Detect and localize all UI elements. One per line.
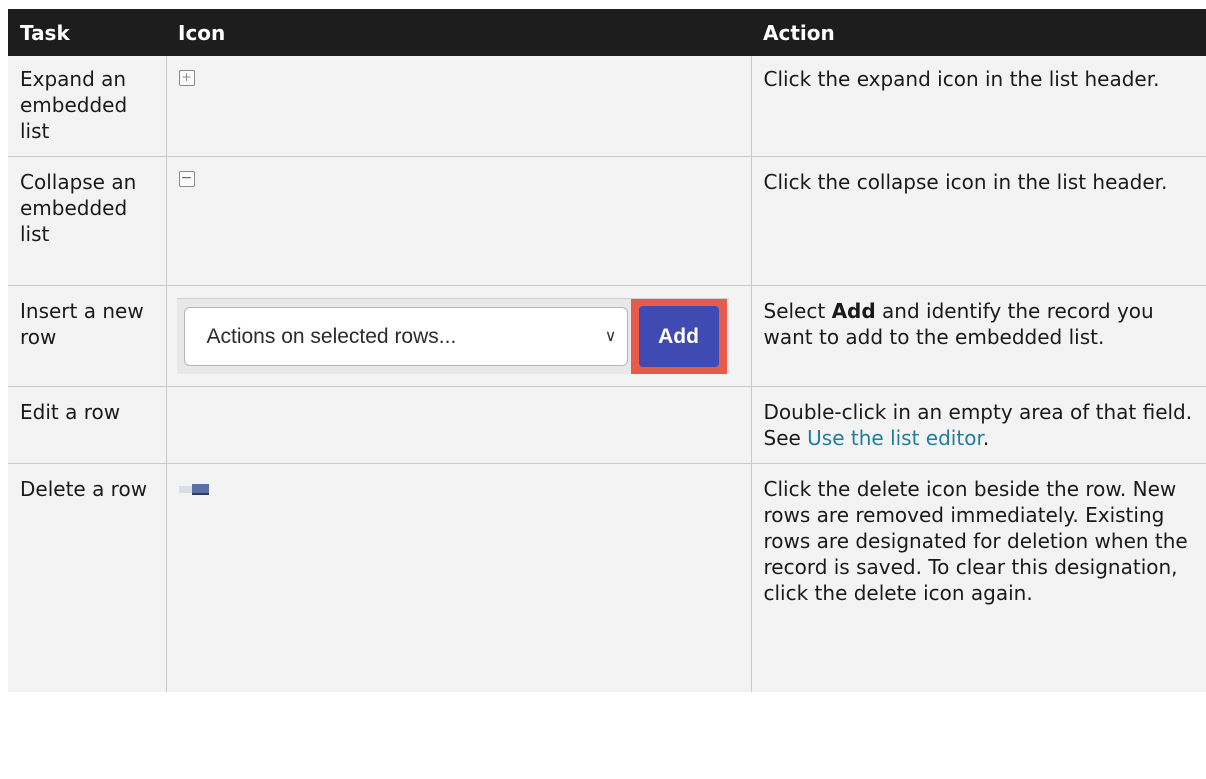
add-button[interactable]: Add bbox=[638, 306, 719, 367]
action-text: Select bbox=[763, 299, 832, 323]
task-cell: Edit a row bbox=[8, 386, 166, 464]
action-cell: Click the expand icon in the list header… bbox=[750, 56, 1206, 157]
collapse-icon: − bbox=[178, 170, 195, 187]
action-cell: Click the collapse icon in the list head… bbox=[750, 156, 1206, 286]
action-bold-add: Add bbox=[831, 299, 876, 323]
task-cell: Delete a row bbox=[8, 463, 166, 692]
header-row: Task Icon Action bbox=[8, 9, 1206, 56]
delete-row-icon bbox=[178, 484, 211, 495]
actions-select-value: Actions on selected rows... bbox=[206, 324, 457, 348]
action-cell: Double-click in an empty area of that fi… bbox=[750, 386, 1206, 464]
action-text: . bbox=[982, 426, 990, 450]
action-cell: Select Add and identify the record you w… bbox=[750, 285, 1206, 387]
add-button-highlight: Add bbox=[630, 299, 727, 374]
table-row: Collapse an embedded list − Click the co… bbox=[8, 156, 1206, 286]
header-task: Task bbox=[8, 9, 166, 56]
header-action: Action bbox=[751, 9, 1206, 56]
actions-select[interactable]: Actions on selected rows... ∨ bbox=[183, 307, 628, 366]
chevron-down-icon: ∨ bbox=[604, 327, 617, 345]
list-action-bar: Actions on selected rows... ∨ Add bbox=[176, 298, 729, 374]
task-cell: Collapse an embedded list bbox=[8, 156, 166, 286]
action-cell: Click the delete icon beside the row. Ne… bbox=[750, 463, 1206, 692]
icon-cell bbox=[165, 386, 751, 464]
table-row: Delete a row Click the delete icon besid… bbox=[8, 463, 1206, 692]
icon-cell bbox=[165, 463, 751, 692]
icon-cell: − bbox=[165, 156, 751, 286]
table-row: Expand an embedded list + Click the expa… bbox=[8, 56, 1206, 157]
icon-cell: + bbox=[165, 56, 751, 157]
expand-icon: + bbox=[178, 70, 195, 86]
header-icon: Icon bbox=[166, 9, 751, 56]
table-row: Insert a new row Actions on selected row… bbox=[8, 285, 1206, 387]
task-icon-action-table: Task Icon Action Expand an embedded list… bbox=[8, 9, 1206, 692]
task-cell: Expand an embedded list bbox=[8, 56, 166, 157]
task-cell: Insert a new row bbox=[8, 285, 166, 387]
icon-cell: Actions on selected rows... ∨ Add bbox=[165, 285, 751, 387]
use-list-editor-link[interactable]: Use the list editor bbox=[807, 426, 983, 450]
table-row: Edit a row Double-click in an empty area… bbox=[8, 386, 1206, 464]
